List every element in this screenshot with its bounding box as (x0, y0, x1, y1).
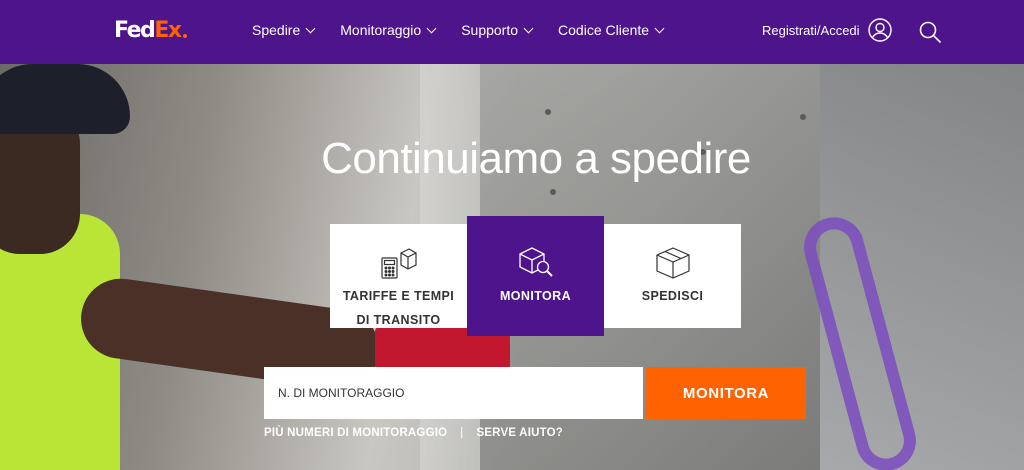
logo-dot (182, 34, 187, 38)
tracking-help-links: PIÙ NUMERI DI MONITORAGGIO | SERVE AIUTO… (264, 427, 563, 439)
menu-item-label: Monitoraggio (340, 22, 422, 38)
chevron-down-icon (426, 23, 437, 33)
tab-label-line1: TARIFFE E TEMPI (342, 289, 455, 303)
chevron-down-icon (305, 23, 316, 33)
user-circle-icon (867, 18, 892, 42)
track-button[interactable]: MONITORA (646, 367, 806, 419)
top-navigation-bar: FedEx Spedire Monitoraggio Supporto Codi… (0, 0, 1024, 64)
login-link[interactable]: Registrati/Accedi (762, 18, 892, 42)
calculator-box-icon (380, 248, 417, 279)
menu-item-monitoraggio[interactable]: Monitoraggio (340, 22, 437, 38)
background-rivet (550, 189, 556, 195)
logo-text-fed: Fed (114, 18, 156, 43)
menu-item-spedire[interactable]: Spedire (252, 22, 316, 38)
tracking-number-input[interactable] (264, 367, 643, 419)
tab-label: SPEDISCI (641, 289, 704, 303)
fedex-logo[interactable]: FedEx (114, 18, 187, 43)
menu-item-label: Spedire (252, 22, 301, 38)
link-separator: | (460, 427, 464, 439)
chevron-down-icon (523, 23, 534, 33)
main-menu: Spedire Monitoraggio Supporto Codice Cli… (252, 22, 689, 38)
need-help-link[interactable]: SERVE AIUTO? (476, 427, 563, 439)
search-icon[interactable] (918, 20, 942, 44)
tab-rates-transit[interactable]: TARIFFE E TEMPI DI TRANSITO (330, 224, 467, 328)
background-worker-cap (0, 64, 130, 134)
menu-item-label: Codice Cliente (558, 22, 650, 38)
multiple-tracking-numbers-link[interactable]: PIÙ NUMERI DI MONITORAGGIO (264, 427, 447, 439)
hero-headline: Continuiamo a spedire (321, 134, 751, 183)
menu-item-label: Supporto (461, 22, 519, 38)
chevron-down-icon (654, 23, 665, 33)
tab-label-line2: DI TRANSITO (356, 313, 441, 327)
background-rivet (800, 114, 806, 120)
menu-item-supporto[interactable]: Supporto (461, 22, 534, 38)
box-icon (655, 247, 690, 279)
tab-label: MONITORA (499, 289, 572, 303)
box-magnifier-icon (518, 247, 553, 277)
hero-banner: Continuiamo a spedire TARIFFE E TEMPI DI… (0, 64, 1024, 470)
login-label: Registrati/Accedi (762, 22, 860, 38)
logo-text-ex: Ex (154, 18, 182, 43)
tab-ship[interactable]: SPEDISCI (604, 224, 741, 328)
menu-item-codice-cliente[interactable]: Codice Cliente (558, 22, 665, 38)
tab-track[interactable]: MONITORA (467, 216, 604, 336)
background-rivet (545, 109, 551, 115)
